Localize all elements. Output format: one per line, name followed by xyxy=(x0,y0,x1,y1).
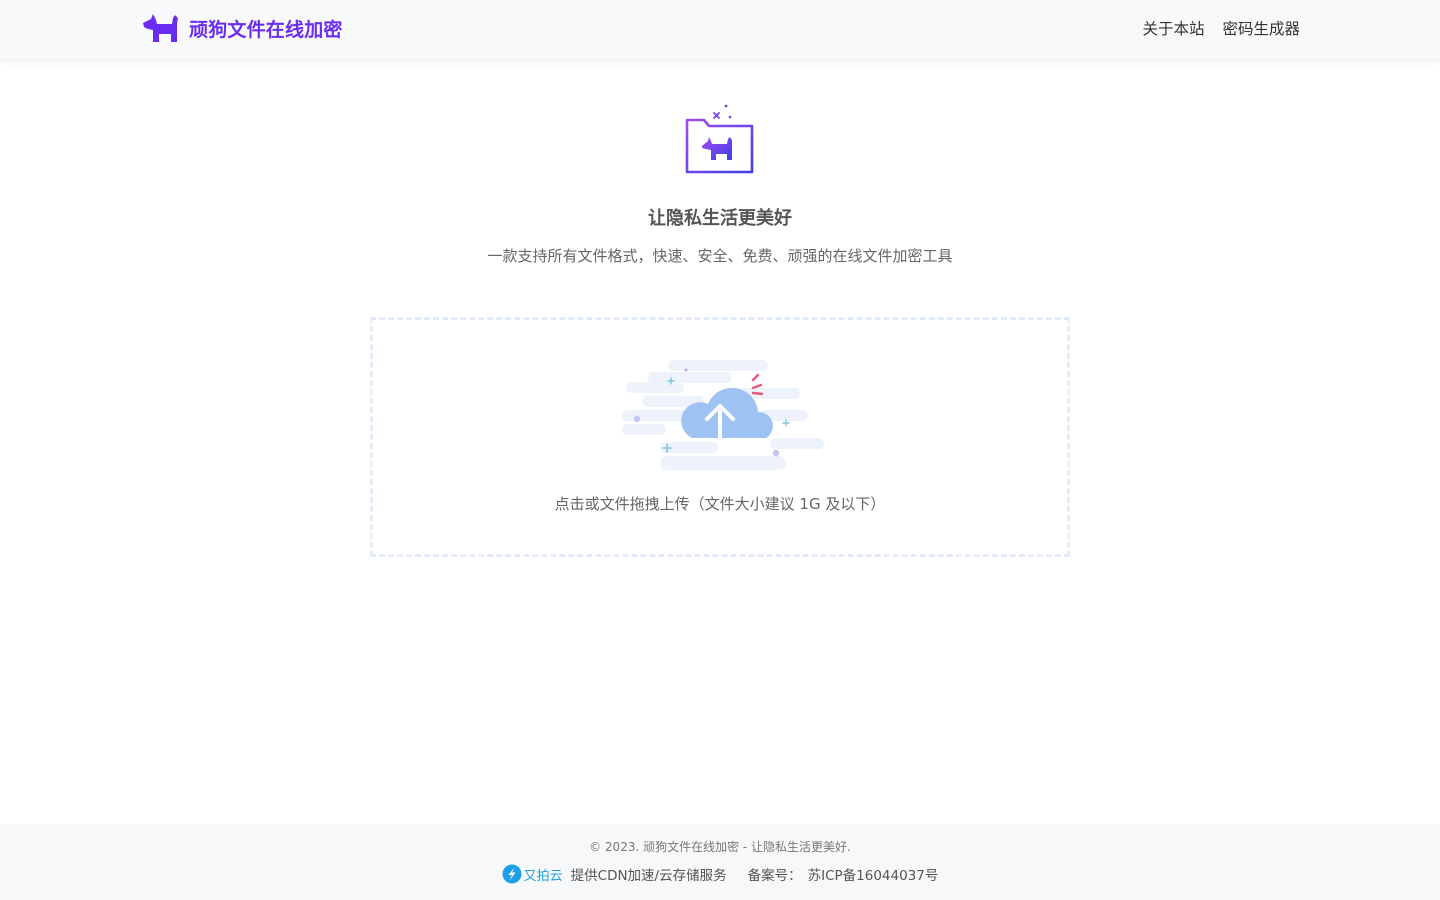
hero-subtitle: 一款支持所有文件格式，快速、安全、免费、顽强的在线文件加密工具 xyxy=(487,247,953,265)
brand-link[interactable]: 顽狗文件在线加密 xyxy=(142,13,343,47)
site-title: 顽狗文件在线加密 xyxy=(189,19,343,41)
top-nav: 关于本站 密码生成器 xyxy=(1124,17,1300,41)
sponsor-name: 又拍云 xyxy=(523,868,563,884)
folder-dog-icon xyxy=(685,104,754,176)
hero-title: 让隐私生活更美好 xyxy=(648,208,792,229)
upload-hint: 点击或文件拖拽上传（文件大小建议 1G 及以下） xyxy=(554,495,886,513)
upload-dropzone[interactable]: 点击或文件拖拽上传（文件大小建议 1G 及以下） xyxy=(370,317,1070,557)
footer-info: 又拍云 提供CDN加速/云存储服务 备案号： 苏ICP备16044037号 xyxy=(0,864,1440,884)
beian-label: 备案号： xyxy=(747,868,802,884)
nav-password-generator[interactable]: 密码生成器 xyxy=(1222,17,1300,41)
footer: © 2023. 顽狗文件在线加密 - 让隐私生活更美好. 又拍云 提供CDN加速… xyxy=(0,824,1440,900)
cloud-upload-icon xyxy=(622,360,824,470)
sponsor-link[interactable]: 又拍云 xyxy=(502,864,563,884)
dog-icon xyxy=(143,14,178,42)
beian-link[interactable]: 苏ICP备16044037号 xyxy=(808,864,939,884)
nav-about[interactable]: 关于本站 xyxy=(1142,17,1204,41)
copyright: © 2023. 顽狗文件在线加密 - 让隐私生活更美好. xyxy=(589,840,851,854)
upyun-logo-icon xyxy=(502,864,522,884)
sponsor-text: 提供CDN加速/云存储服务 xyxy=(570,868,727,884)
header: 顽狗文件在线加密 关于本站 密码生成器 xyxy=(0,0,1440,59)
